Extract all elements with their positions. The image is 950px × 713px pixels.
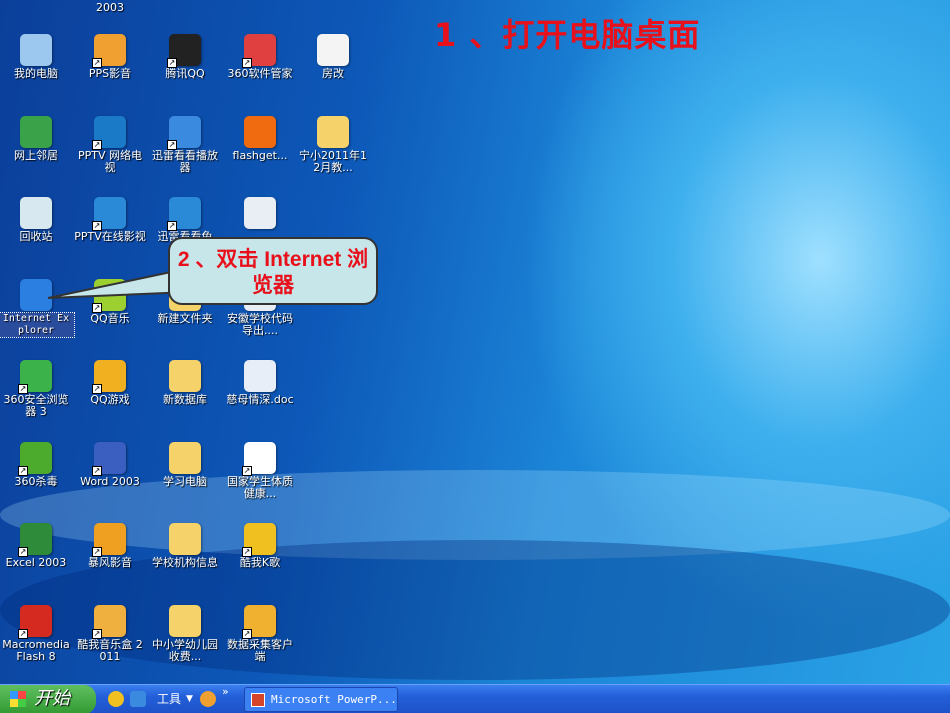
qq-game-icon[interactable]	[200, 691, 216, 707]
dropdown-arrow-icon[interactable]: ▼	[186, 685, 193, 713]
ie-quicklaunch-icon[interactable]	[130, 691, 146, 707]
start-button[interactable]: 开始	[0, 685, 96, 713]
windows-logo-icon	[10, 691, 26, 707]
toolbar-menu[interactable]: 工具	[157, 685, 181, 713]
powerpoint-icon	[251, 693, 265, 707]
start-label: 开始	[34, 688, 70, 709]
smiley-icon[interactable]	[108, 691, 124, 707]
taskbar: 开始 工具 ▼ » Microsoft PowerP...	[0, 684, 950, 713]
callout-bubble: 2 、双击 Internet 浏览器	[168, 237, 378, 305]
more-chevron[interactable]: »	[222, 677, 229, 706]
callout-pointer	[47, 266, 191, 299]
task-powerpoint[interactable]: Microsoft PowerP...	[244, 687, 398, 712]
task-label: Microsoft PowerP...	[271, 693, 397, 706]
